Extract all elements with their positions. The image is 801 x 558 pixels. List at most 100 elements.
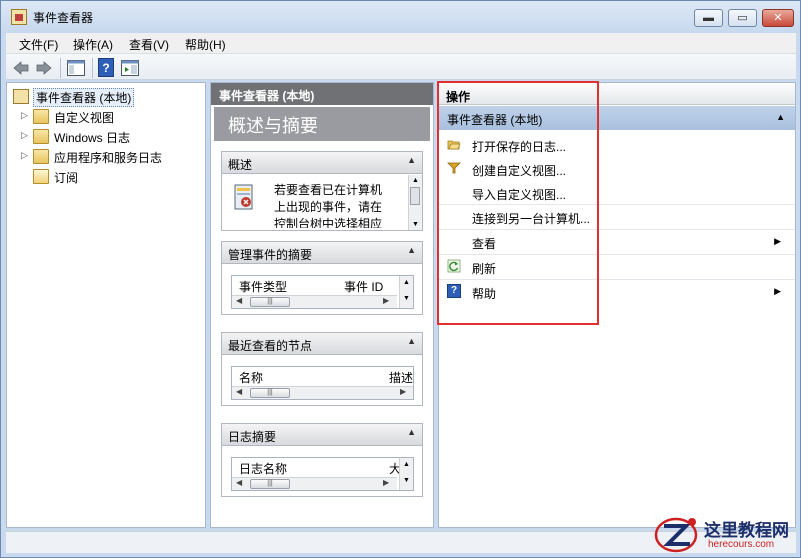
toolbar-separator [92, 58, 93, 78]
menu-bar: 文件(F) 操作(A) 查看(V) 帮助(H) [6, 33, 796, 53]
column-header-log-name[interactable]: 日志名称 [239, 460, 287, 477]
tree-item-event-viewer-local[interactable]: 事件查看器 (本地) [7, 87, 205, 107]
column-header-event-type[interactable]: 事件类型 [239, 278, 287, 295]
folder-icon [33, 109, 49, 124]
section-header[interactable]: 管理事件的摘要 ▲ [222, 242, 422, 264]
menu-help[interactable]: 帮助(H) [185, 36, 226, 53]
forward-arrow-icon[interactable] [34, 58, 54, 78]
minimize-button[interactable]: ▬ [694, 9, 723, 27]
collapse-icon[interactable]: ▲ [776, 112, 785, 122]
action-connect-computer[interactable]: 连接到另一台计算机... [439, 205, 795, 229]
section-header[interactable]: 日志摘要 ▲ [222, 424, 422, 446]
action-label: 导入自定义视图... [472, 188, 567, 202]
collapse-icon[interactable]: ▲ [407, 245, 416, 255]
overview-section: 概述 ▲ 若要查看已在计算机 上出现的事件，请在 控制台树中选择相应 ▲ ▼ [221, 151, 423, 231]
action-label: 查看 [472, 237, 497, 251]
action-refresh[interactable]: 刷新 [439, 255, 795, 279]
submenu-arrow-icon: ▶ [774, 286, 781, 296]
vertical-scrollbar[interactable]: ▲ ▼ [399, 458, 413, 490]
event-viewer-icon [13, 89, 29, 104]
recent-nodes-grid[interactable]: 名称 描述 ◀ ||| ▶ [231, 366, 414, 400]
maximize-button[interactable]: ▭ [728, 9, 757, 27]
section-header[interactable]: 概述 ▲ [222, 152, 422, 174]
log-summary-grid[interactable]: 日志名称 大 ◀ ||| ▶ ▲ ▼ [231, 457, 414, 491]
event-viewer-icon [11, 9, 27, 25]
horizontal-scrollbar[interactable]: ◀ ||| ▶ [232, 386, 413, 399]
menu-action[interactable]: 操作(A) [73, 36, 113, 53]
show-hide-action-pane-icon[interactable] [120, 58, 140, 78]
help-icon[interactable]: ? [98, 58, 114, 77]
tree-item-subscriptions[interactable]: 订阅 [7, 167, 205, 186]
collapse-icon[interactable]: ▲ [407, 336, 416, 346]
action-label: 帮助 [472, 287, 497, 301]
collapse-icon[interactable]: ▲ [407, 155, 416, 165]
actions-section-title: 事件查看器 (本地) [447, 113, 543, 127]
section-title: 概述 [228, 158, 253, 172]
tree-item-label: Windows 日志 [54, 131, 131, 145]
watermark: 这里教程网 herecours.com [652, 512, 800, 556]
column-header-description[interactable]: 描述 [389, 369, 413, 386]
window-title: 事件查看器 [33, 11, 94, 25]
watermark-url: herecours.com [708, 539, 775, 550]
section-title: 日志摘要 [228, 430, 277, 444]
action-view[interactable]: 查看 ▶ [439, 230, 795, 254]
vertical-scrollbar[interactable]: ▲ ▼ [399, 276, 413, 308]
action-label: 打开保存的日志... [472, 140, 567, 154]
tree-item-app-service-logs[interactable]: ▷ 应用程序和服务日志 [7, 147, 205, 166]
action-label: 创建自定义视图... [472, 164, 567, 178]
menu-view[interactable]: 查看(V) [129, 36, 169, 53]
action-label: 刷新 [472, 262, 497, 276]
section-title: 管理事件的摘要 [228, 248, 313, 262]
tree-item-label: 自定义视图 [54, 111, 115, 125]
overview-text-line: 控制台树中选择相应 [274, 217, 383, 228]
watermark-logo-icon [652, 512, 700, 556]
filter-icon [447, 161, 461, 175]
tree-item-custom-views[interactable]: ▷ 自定义视图 [7, 107, 205, 126]
back-arrow-icon[interactable] [11, 58, 31, 78]
event-log-icon [234, 184, 256, 212]
action-open-saved-log[interactable]: 打开保存的日志... [439, 133, 795, 157]
refresh-icon [447, 259, 461, 273]
watermark-name: 这里教程网 [704, 521, 789, 541]
expand-arrow-icon[interactable]: ▷ [21, 110, 28, 121]
tree-item-windows-logs[interactable]: ▷ Windows 日志 [7, 127, 205, 146]
log-summary-section: 日志摘要 ▲ 日志名称 大 ◀ ||| ▶ ▲ ▼ [221, 423, 423, 497]
open-folder-icon [447, 137, 461, 151]
folder-icon [33, 149, 49, 164]
actions-header: 操作 [439, 83, 795, 105]
close-button[interactable]: ✕ [762, 9, 794, 27]
action-help[interactable]: ? 帮助 ▶ [439, 280, 795, 304]
page-title: 概述与摘要 [214, 107, 430, 141]
column-header-name[interactable]: 名称 [239, 369, 263, 386]
action-create-custom-view[interactable]: 创建自定义视图... [439, 157, 795, 181]
expand-arrow-icon[interactable]: ▷ [21, 150, 28, 161]
overview-text-line: 若要查看已在计算机 [274, 183, 383, 197]
folder-icon [33, 129, 49, 144]
overview-text: 若要查看已在计算机 上出现的事件，请在 控制台树中选择相应 [274, 182, 406, 228]
expand-arrow-icon[interactable]: ▷ [21, 130, 28, 141]
overview-pane: 事件查看器 (本地) 概述与摘要 概述 ▲ 若要查看已在计算机 上出现的事件，请… [210, 82, 434, 528]
subscription-icon [33, 169, 49, 184]
help-icon: ? [447, 284, 461, 298]
column-header-event-id[interactable]: 事件 ID [344, 278, 383, 295]
action-import-custom-view[interactable]: 导入自定义视图... [439, 181, 795, 205]
horizontal-scrollbar[interactable]: ◀ ||| ▶ [232, 295, 397, 308]
toolbar: ? [6, 53, 796, 80]
mid-pane-header: 事件查看器 (本地) [211, 83, 433, 105]
submenu-arrow-icon: ▶ [774, 236, 781, 246]
show-hide-tree-icon[interactable] [66, 58, 86, 78]
section-header[interactable]: 最近查看的节点 ▲ [222, 333, 422, 355]
horizontal-scrollbar[interactable]: ◀ ||| ▶ [232, 477, 397, 490]
tree-item-label: 订阅 [54, 171, 79, 185]
menu-file[interactable]: 文件(F) [19, 36, 58, 53]
tree-item-label: 应用程序和服务日志 [54, 151, 163, 165]
actions-section-header[interactable]: 事件查看器 (本地) ▲ [439, 106, 795, 130]
actions-header-label: 操作 [446, 90, 471, 104]
event-viewer-window: 事件查看器 ▬ ▭ ✕ 文件(F) 操作(A) 查看(V) 帮助(H) ? 事件… [0, 0, 801, 558]
overview-scrollbar[interactable]: ▲ ▼ [408, 175, 422, 230]
collapse-icon[interactable]: ▲ [407, 427, 416, 437]
admin-events-grid[interactable]: 事件类型 事件 ID ◀ ||| ▶ ▲ ▼ [231, 275, 414, 309]
recent-nodes-section: 最近查看的节点 ▲ 名称 描述 ◀ ||| ▶ [221, 332, 423, 406]
tree-item-label: 事件查看器 (本地) [33, 88, 135, 107]
action-label: 连接到另一台计算机... [472, 212, 591, 226]
